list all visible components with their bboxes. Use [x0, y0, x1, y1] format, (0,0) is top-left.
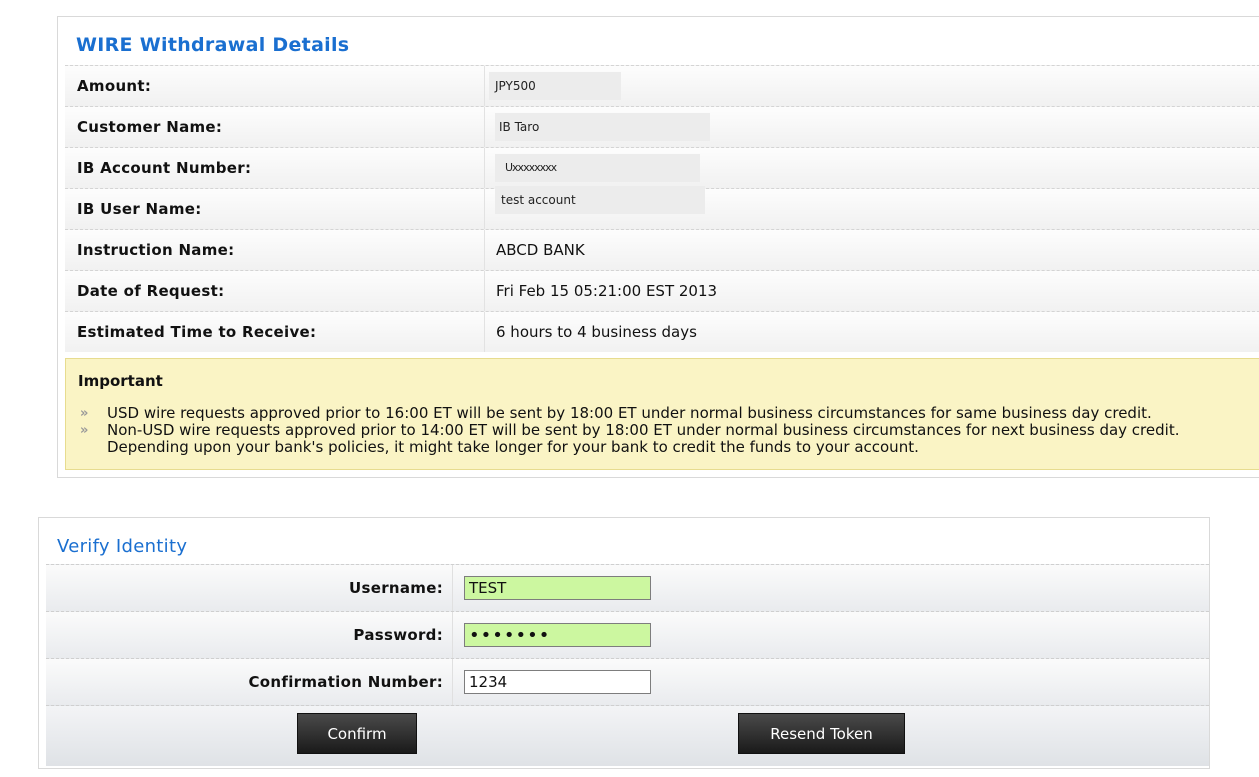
password-input[interactable]	[464, 623, 651, 647]
detail-label: Amount:	[77, 77, 152, 95]
detail-row-date-of-request: Date of Request: Fri Feb 15 05:21:00 EST…	[65, 270, 1259, 311]
detail-value: IB Taro	[495, 113, 710, 141]
detail-label: Instruction Name:	[77, 241, 235, 259]
column-divider	[452, 612, 453, 658]
detail-row-estimated-time: Estimated Time to Receive: 6 hours to 4 …	[65, 311, 1259, 352]
detail-row-customer-name: Customer Name: IB Taro	[65, 106, 1259, 147]
detail-label: Date of Request:	[77, 282, 225, 300]
confirmation-number-row: Confirmation Number:	[46, 658, 1209, 705]
username-label: Username:	[349, 579, 443, 597]
important-text: USD wire requests approved prior to 16:0…	[107, 404, 1152, 422]
resend-token-button[interactable]: Resend Token	[738, 713, 905, 754]
double-chevron-icon: »	[80, 406, 89, 421]
column-divider	[484, 66, 485, 106]
confirmation-number-input[interactable]	[464, 670, 651, 694]
detail-value: ABCD BANK	[496, 241, 585, 259]
column-divider	[452, 659, 453, 705]
confirm-button[interactable]: Confirm	[297, 713, 417, 754]
detail-label: IB User Name:	[77, 200, 202, 218]
detail-row-instruction-name: Instruction Name: ABCD BANK	[65, 229, 1259, 270]
detail-label: Customer Name:	[77, 118, 223, 136]
column-divider	[484, 107, 485, 147]
important-text: Non-USD wire requests approved prior to …	[107, 421, 1180, 456]
column-divider	[484, 189, 485, 229]
verify-identity-panel: Verify Identity Username: Password: Conf…	[38, 517, 1210, 769]
username-input[interactable]	[464, 576, 651, 600]
button-row: Confirm Resend Token	[46, 705, 1209, 766]
username-row: Username:	[46, 564, 1209, 611]
column-divider	[484, 312, 485, 352]
important-title: Important	[78, 372, 163, 390]
verify-identity-form: Username: Password: Confirmation Number:…	[46, 564, 1209, 766]
column-divider	[484, 148, 485, 188]
verify-identity-title: Verify Identity	[57, 536, 188, 557]
double-chevron-icon: »	[80, 423, 89, 438]
important-notice: Important » USD wire requests approved p…	[65, 358, 1259, 470]
detail-value: JPY500	[489, 72, 621, 100]
withdrawal-details-table: Amount: JPY500 Customer Name: IB Taro IB…	[65, 65, 1259, 352]
withdrawal-details-panel: WIRE Withdrawal Details Amount: JPY500 C…	[57, 16, 1259, 478]
important-list: » USD wire requests approved prior to 16…	[78, 405, 1248, 456]
column-divider	[484, 271, 485, 311]
list-item: » USD wire requests approved prior to 16…	[78, 405, 1248, 422]
detail-label: IB Account Number:	[77, 159, 252, 177]
detail-row-amount: Amount: JPY500	[65, 65, 1259, 106]
column-divider	[452, 565, 453, 611]
confirmation-number-label: Confirmation Number:	[248, 673, 443, 691]
withdrawal-details-title: WIRE Withdrawal Details	[76, 34, 350, 56]
detail-value: Fri Feb 15 05:21:00 EST 2013	[496, 282, 718, 300]
column-divider	[484, 230, 485, 270]
password-label: Password:	[353, 626, 443, 644]
detail-label: Estimated Time to Receive:	[77, 323, 317, 341]
detail-row-account-number: IB Account Number: Uxxxxxxxx	[65, 147, 1259, 188]
password-row: Password:	[46, 611, 1209, 658]
detail-row-user-name: IB User Name: test account	[65, 186, 1259, 229]
detail-value: Uxxxxxxxx	[495, 154, 700, 182]
detail-value: 6 hours to 4 business days	[496, 323, 697, 341]
list-item: » Non-USD wire requests approved prior t…	[78, 422, 1248, 456]
detail-value: test account	[495, 186, 705, 214]
